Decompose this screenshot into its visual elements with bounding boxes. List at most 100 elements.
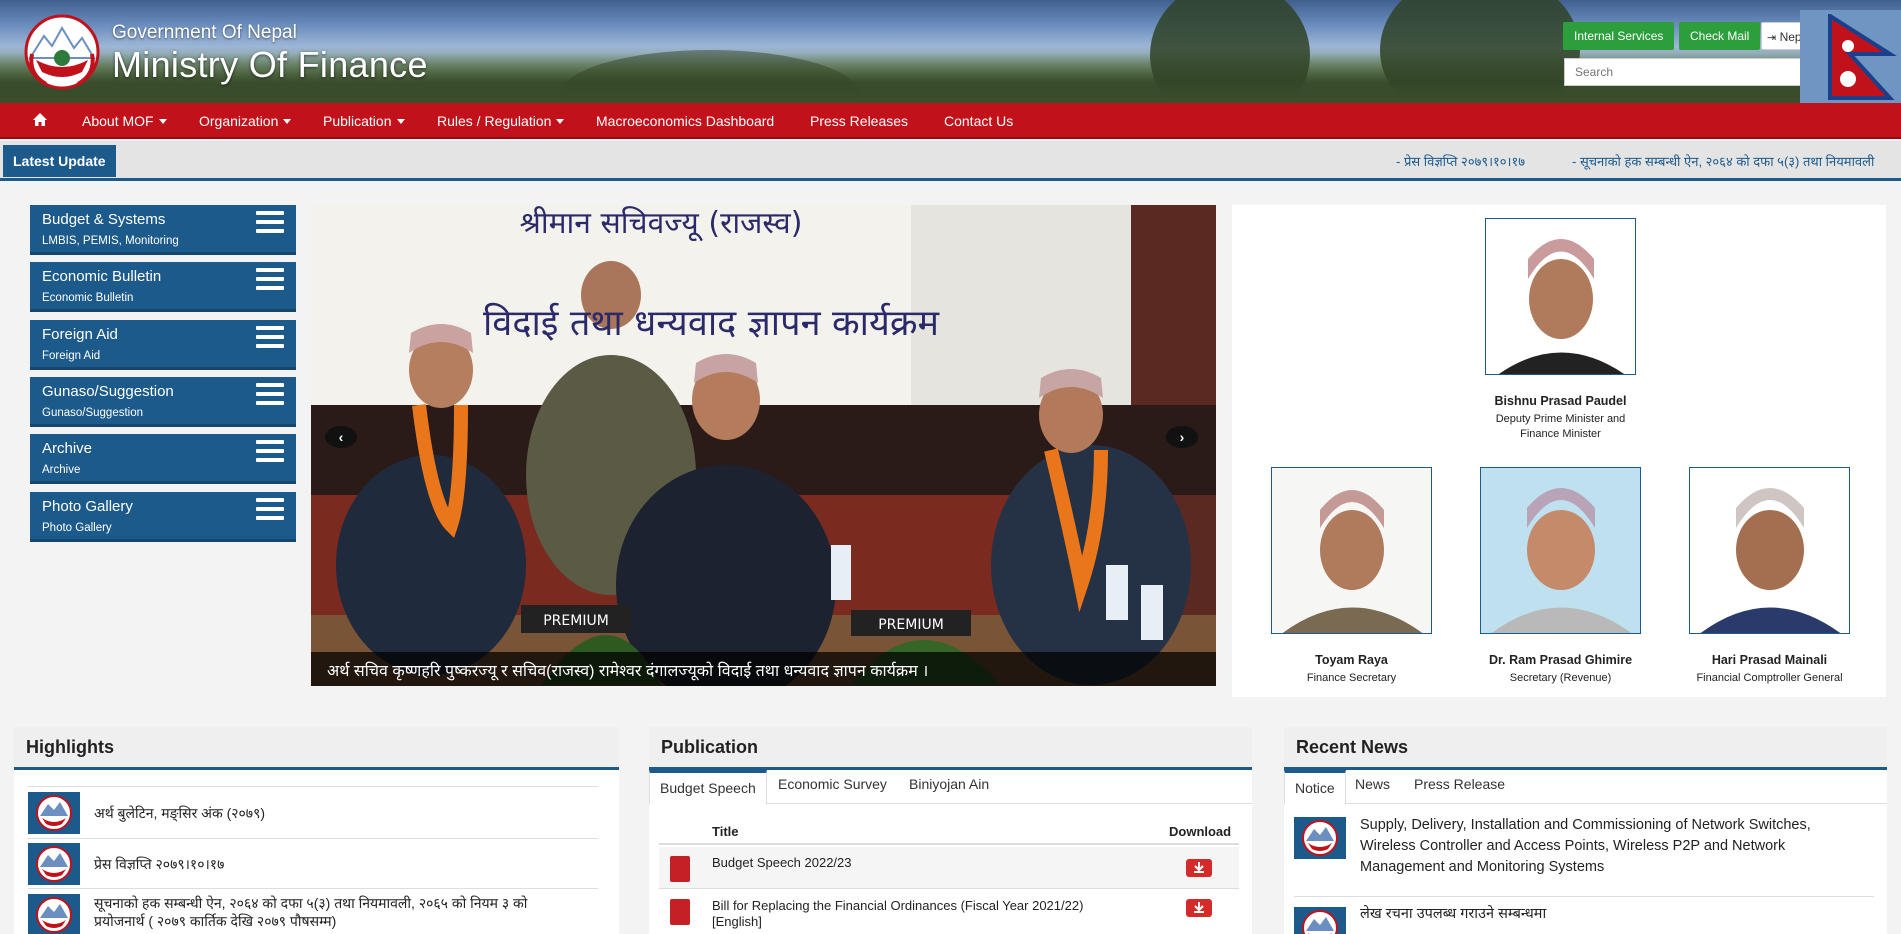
recent-news-title: Recent News <box>1284 727 1887 770</box>
nepal-emblem-logo[interactable] <box>22 14 102 90</box>
site-header: Government Of Nepal Ministry Of Finance … <box>0 0 1901 103</box>
tab-press-release[interactable]: Press Release <box>1414 776 1505 792</box>
table-row[interactable]: Budget Speech 2022/23 <box>659 847 1239 889</box>
nav-label: Organization <box>199 113 279 129</box>
publication-row-title[interactable]: [English] <box>712 914 762 929</box>
slide-caption: अर्थ सचिव कृष्णहरि पुष्करज्यू र सचिव(राज… <box>311 652 1216 686</box>
nav-item-rules-regulation[interactable]: Rules / Regulation <box>437 113 565 129</box>
check-mail-button[interactable]: Check Mail <box>1679 22 1761 50</box>
download-icon[interactable] <box>1186 899 1212 917</box>
download-icon[interactable] <box>1186 859 1212 877</box>
internal-services-button[interactable]: Internal Services <box>1563 22 1675 50</box>
chevron-left-icon: ‹ <box>338 429 344 445</box>
hamburger-icon <box>256 498 284 522</box>
minister-name[interactable]: Bishnu Prasad Paudel <box>1462 394 1659 408</box>
hamburger-icon <box>256 326 284 350</box>
tab-budget-speech[interactable]: Budget Speech <box>649 770 767 805</box>
sidebar-item-economic-bulletin[interactable]: Economic Bulletin Economic Bulletin <box>30 262 296 312</box>
pdf-icon <box>670 856 690 882</box>
highlight-text: सूचनाको हक सम्बन्धी ऐन, २०६४ को दफा ५(३)… <box>94 895 528 911</box>
official-name[interactable]: Hari Prasad Mainali <box>1669 653 1870 667</box>
sidebar-item-subtitle: LMBIS, PEMIS, Monitoring <box>42 235 179 247</box>
tab-news[interactable]: News <box>1355 776 1390 792</box>
site-title[interactable]: Ministry Of Finance <box>112 44 428 86</box>
list-item[interactable]: Supply, Delivery, Installation and Commi… <box>1294 817 1874 897</box>
nav-item-organization[interactable]: Organization <box>199 113 292 129</box>
nav-item-publication[interactable]: Publication <box>323 113 405 129</box>
official-photo[interactable] <box>1480 467 1641 634</box>
sidebar-item-title: Budget & Systems <box>42 211 166 228</box>
sidebar-item-title: Foreign Aid <box>42 326 118 343</box>
sidebar-item-subtitle: Archive <box>42 464 81 476</box>
news-text: Supply, Delivery, Installation and Commi… <box>1360 817 1811 833</box>
latest-update-ticker: Latest Update - प्रेस विज्ञप्ति २०७९।१०।… <box>0 141 1901 181</box>
nav-item-contact-us[interactable]: Contact Us <box>944 113 1013 129</box>
search-input[interactable] <box>1565 59 1785 85</box>
list-item[interactable]: सूचनाको हक सम्बन्धी ऐन, २०६४ को दफा ५(३)… <box>28 889 598 934</box>
list-item[interactable]: प्रेस विज्ञप्ति २०७९।१०।१७ <box>28 839 598 889</box>
official-role: Finance Secretary <box>1306 672 1397 684</box>
minister-photo[interactable] <box>1485 218 1636 375</box>
publication-row-title[interactable]: Bill for Replacing the Financial Ordinan… <box>712 898 1083 913</box>
hamburger-icon <box>256 211 284 235</box>
list-item[interactable]: अर्थ बुलेटिन, मङ्सिर अंक (२०७९) <box>28 787 598 839</box>
highlights-title: Highlights <box>14 727 619 770</box>
official-portrait <box>1481 468 1640 633</box>
hamburger-icon <box>256 440 284 464</box>
sidebar-item-archive[interactable]: Archive Archive <box>30 434 296 484</box>
sidebar-item-title: Gunaso/Suggestion <box>42 383 174 400</box>
sidebar-item-title: Economic Bulletin <box>42 268 162 285</box>
flag-background <box>1800 10 1901 103</box>
slide-photo: श्रीमान सचिवज्यू (राजस्व) विदाई तथा धन्य… <box>311 205 1216 686</box>
slider-prev-button[interactable]: ‹ <box>325 426 357 448</box>
sidebar-item-budget-systems[interactable]: Budget & Systems LMBIS, PEMIS, Monitorin… <box>30 205 296 255</box>
banner-main-text: विदाई तथा धन्यवाद ज्ञापन कार्यक्रम <box>483 302 941 344</box>
list-item[interactable] <box>28 775 598 787</box>
nepal-emblem-icon <box>28 843 80 885</box>
table-header: Title Download <box>659 820 1239 845</box>
publication-row-title[interactable]: Budget Speech 2022/23 <box>712 855 852 870</box>
tab-notice[interactable]: Notice <box>1284 770 1346 805</box>
nav-item-press-releases[interactable]: Press Releases <box>810 113 908 129</box>
nav-label: About MOF <box>82 113 154 129</box>
emblem-icon <box>28 775 80 786</box>
image-slider[interactable]: श्रीमान सचिवज्यू (राजस्व) विदाई तथा धन्य… <box>311 205 1216 686</box>
sidebar-item-subtitle: Photo Gallery <box>42 522 112 534</box>
official-name[interactable]: Dr. Ram Prasad Ghimire <box>1460 653 1661 667</box>
hamburger-icon <box>256 268 284 292</box>
nepal-emblem-icon <box>1294 907 1346 934</box>
sidebar-item-gunaso-suggestion[interactable]: Gunaso/Suggestion Gunaso/Suggestion <box>30 377 296 427</box>
nav-label: Rules / Regulation <box>437 113 552 129</box>
caret-down-icon <box>158 119 167 124</box>
official-portrait <box>1690 468 1849 633</box>
sidebar-item-title: Photo Gallery <box>42 498 133 515</box>
home-icon[interactable] <box>32 112 48 127</box>
sidebar-item-foreign-aid[interactable]: Foreign Aid Foreign Aid <box>30 320 296 370</box>
table-row[interactable]: Bill for Replacing the Financial Ordinan… <box>659 889 1239 934</box>
nepal-emblem-icon <box>1294 817 1346 859</box>
recent-news-panel: Recent News Notice News Press Release Su… <box>1284 727 1887 934</box>
hamburger-icon <box>256 383 284 407</box>
official-photo[interactable] <box>1689 467 1850 634</box>
official-photo[interactable] <box>1271 467 1432 634</box>
sidebar-item-photo-gallery[interactable]: Photo Gallery Photo Gallery <box>30 492 296 542</box>
tab-economic-survey[interactable]: Economic Survey <box>778 776 887 792</box>
sign-in-icon: ⇥ <box>1767 32 1777 44</box>
officials-panel: Bishnu Prasad Paudel Deputy Prime Minist… <box>1232 205 1886 697</box>
ticker-item[interactable]: - सूचनाको हक सम्बन्धी ऐन, २०६४ को दफा ५(… <box>1572 152 1874 170</box>
slider-next-button[interactable]: › <box>1166 426 1198 448</box>
news-text: Management and Monitoring Systems <box>1360 859 1605 875</box>
highlights-panel: Highlights अर्थ बुलेटिन, मङ्सिर अंक (२०७… <box>14 727 619 934</box>
nav-item-macro-dashboard[interactable]: Macroeconomics Dashboard <box>596 113 774 129</box>
highlight-text: प्रेस विज्ञप्ति २०७९।१०।१७ <box>94 856 225 872</box>
publication-tabs: Budget Speech Economic Survey Biniyojan … <box>649 770 1252 805</box>
column-download: Download <box>1169 824 1232 839</box>
banner-top-text: श्रीमान सचिवज्यू (राजस्व) <box>520 206 803 242</box>
tab-biniyojan-ain[interactable]: Biniyojan Ain <box>909 776 989 792</box>
official-name[interactable]: Toyam Raya <box>1251 653 1452 667</box>
nav-item-about-mof[interactable]: About MOF <box>82 113 167 129</box>
nepal-flag-icon <box>1828 14 1897 100</box>
list-item[interactable]: लेख रचना उपलब्ध गराउने सम्बन्धमा <box>1294 899 1874 934</box>
ticker-item[interactable]: - प्रेस विज्ञप्ति २०७९।१०।१७ <box>1396 152 1525 170</box>
highlight-text: प्रयोजनार्थ ( २०७९ कार्तिक देखि २०७९ पौष… <box>94 913 337 929</box>
